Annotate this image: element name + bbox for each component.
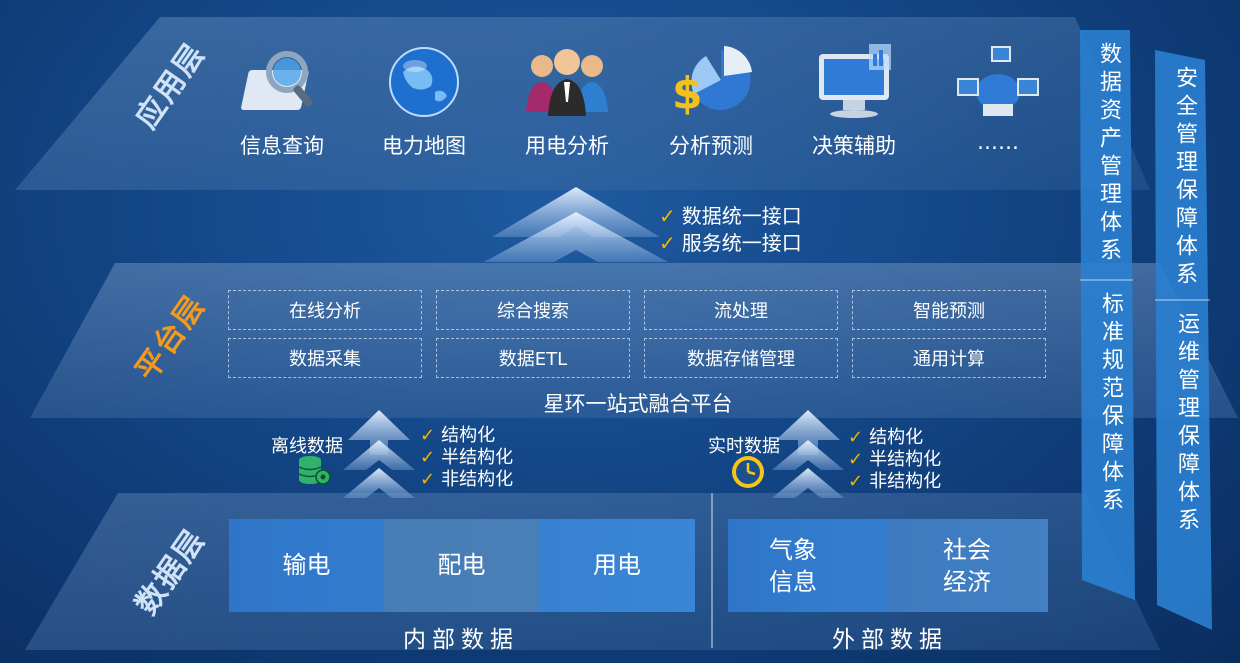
- clock-icon: [730, 454, 766, 494]
- magnifier-search-icon: [237, 42, 327, 122]
- data-tile-transmission[interactable]: 输电: [229, 519, 384, 612]
- monitor-chart-icon: [809, 42, 899, 122]
- globe-icon: [379, 42, 469, 122]
- check-icon: ✓: [420, 469, 436, 490]
- app-item-label: ……: [977, 130, 1019, 154]
- app-item-power-map[interactable]: 电力地图: [354, 42, 494, 160]
- network-computers-icon: [953, 42, 1043, 122]
- capability-box[interactable]: 智能预测: [852, 290, 1046, 330]
- dollar-pie-chart-icon: $: [666, 42, 756, 122]
- capability-box[interactable]: 在线分析: [228, 290, 422, 330]
- app-item-label: 电力地图: [382, 134, 466, 158]
- data-tile-socioeconomic[interactable]: 社会 经济: [922, 532, 1012, 600]
- capability-box[interactable]: 数据采集: [228, 338, 422, 378]
- database-gear-icon: [296, 455, 332, 491]
- side-col-security-mgmt: 安全管理保障体系: [1172, 66, 1197, 290]
- capability-box[interactable]: 综合搜索: [436, 290, 630, 330]
- check-icon: ✓: [659, 204, 676, 228]
- app-item-info-query[interactable]: 信息查询: [212, 42, 352, 160]
- check-icon: ✓: [659, 231, 676, 255]
- data-tile-consumption[interactable]: 用电: [539, 519, 695, 612]
- capability-box[interactable]: 数据ETL: [436, 338, 630, 378]
- side-col-data-asset-mgmt: 数据资产管理体系: [1096, 42, 1121, 266]
- app-item-decision-support[interactable]: 决策辅助: [784, 42, 924, 160]
- capability-box[interactable]: 通用计算: [852, 338, 1046, 378]
- app-item-label: 用电分析: [525, 134, 609, 158]
- check-icon: ✓: [848, 471, 864, 492]
- app-item-more[interactable]: ……: [928, 42, 1068, 154]
- up-arrow-realtime: [772, 410, 844, 498]
- app-item-forecast[interactable]: $ 分析预测: [641, 42, 781, 160]
- app-item-label: 分析预测: [669, 134, 753, 158]
- capability-box[interactable]: 流处理: [644, 290, 838, 330]
- app-item-usage-analysis[interactable]: 用电分析: [497, 42, 637, 160]
- internal-data-caption: 内部数据: [403, 627, 519, 653]
- platform-name: 星环一站式融合平台: [543, 392, 733, 416]
- external-data-caption: 外部数据: [832, 627, 948, 653]
- up-arrow-main: [484, 187, 668, 262]
- interface-item: ✓ 数据统一接口: [659, 204, 802, 228]
- app-item-label: 决策辅助: [812, 134, 896, 158]
- up-arrow-offline: [343, 410, 415, 498]
- side-col-standard-spec: 标准规范保障体系: [1098, 292, 1123, 516]
- interface-item: ✓ 服务统一接口: [659, 231, 802, 255]
- capability-box[interactable]: 数据存储管理: [644, 338, 838, 378]
- data-tile-distribution[interactable]: 配电: [384, 519, 539, 612]
- users-group-icon: [522, 42, 612, 122]
- data-tile-weather[interactable]: 气象 信息: [748, 532, 838, 600]
- side-col-ops-mgmt: 运维管理保障体系: [1174, 312, 1199, 536]
- offline-type: ✓ 非结构化: [420, 469, 514, 490]
- realtime-type: ✓ 非结构化: [848, 471, 942, 492]
- svg-text:$: $: [672, 68, 703, 119]
- app-item-label: 信息查询: [240, 134, 324, 158]
